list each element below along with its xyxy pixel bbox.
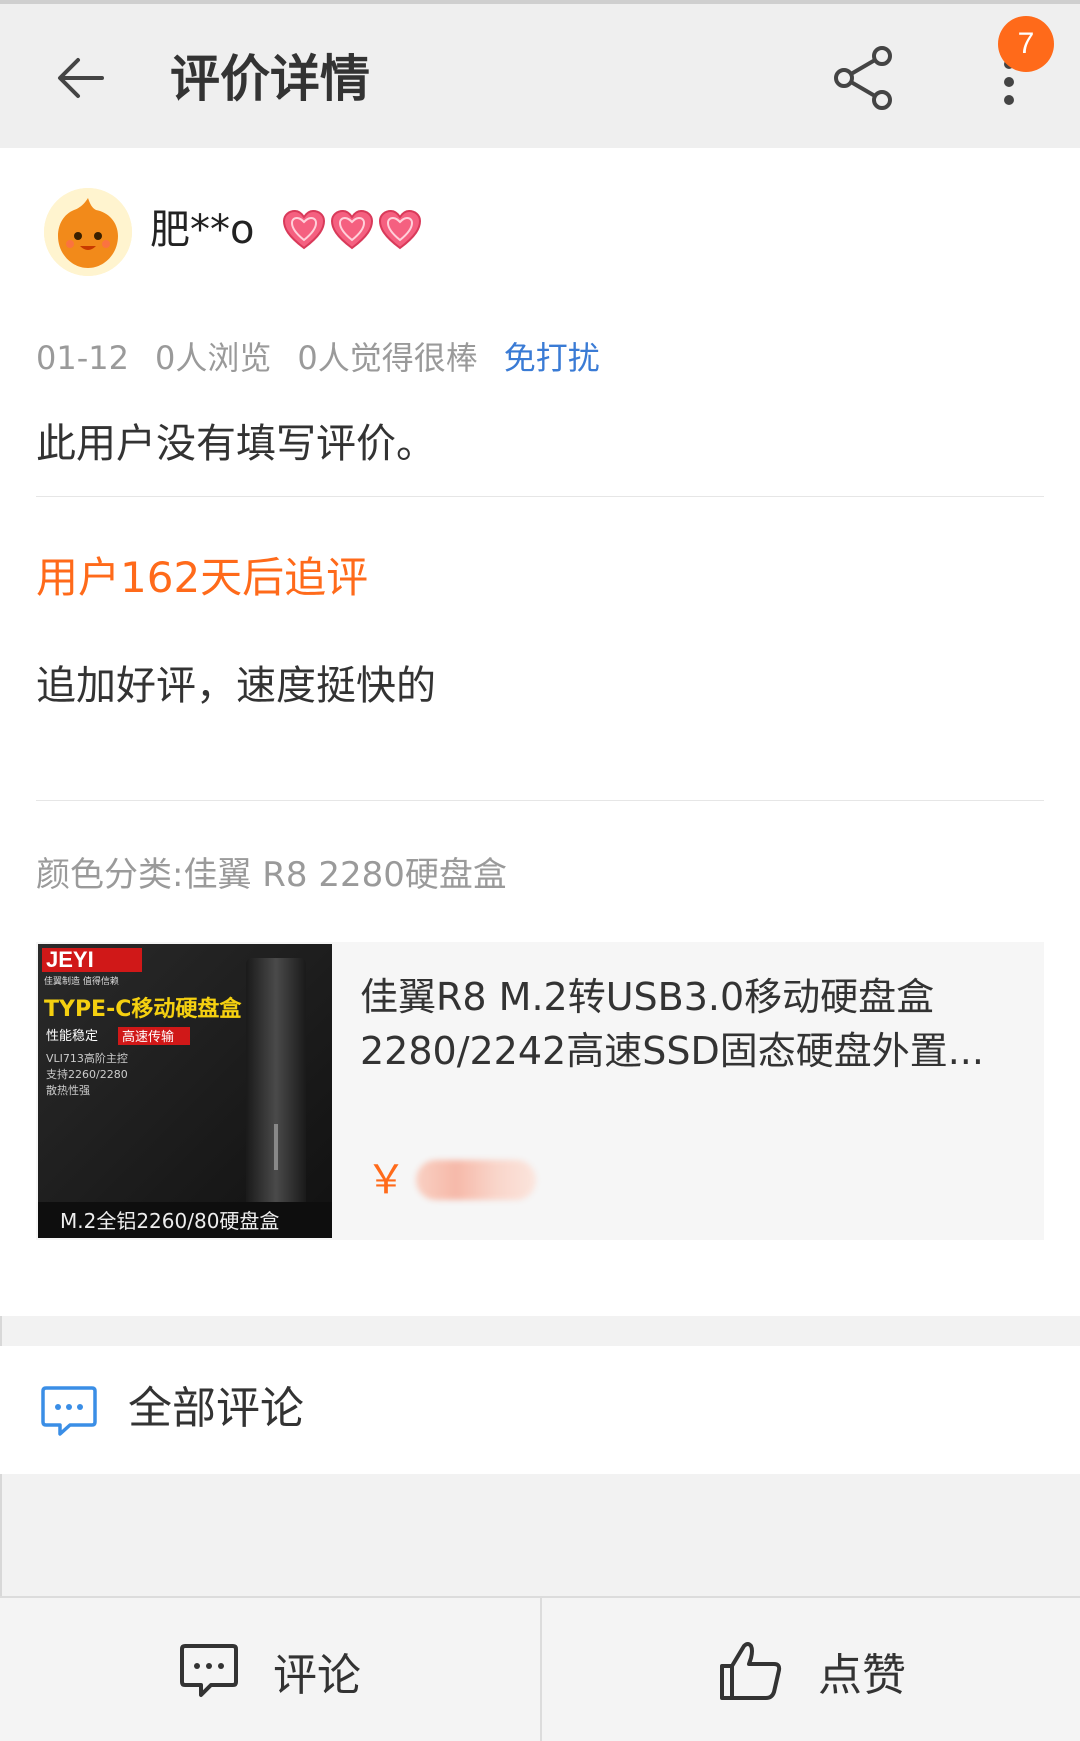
followup-text: 追加好评，速度挺快的	[36, 663, 436, 709]
view-count: 0人浏览	[154, 339, 272, 377]
back-button[interactable]	[52, 48, 112, 108]
avatar[interactable]	[44, 188, 132, 276]
currency-symbol: ￥	[366, 1157, 406, 1203]
svg-text:支持2260/2280: 支持2260/2280	[46, 1067, 128, 1081]
bottom-action-bar: 评论 点赞	[0, 1596, 1080, 1741]
user-level-hearts	[280, 206, 424, 256]
product-price: ￥	[366, 1152, 536, 1208]
divider	[36, 496, 1044, 497]
back-arrow-icon	[58, 58, 104, 98]
svg-text:VLI713高阶主控: VLI713高阶主控	[46, 1051, 128, 1065]
review-meta: 01-12 0人浏览 0人觉得很棒 免打扰	[36, 336, 600, 380]
heart-level-icon	[378, 209, 422, 250]
app-header: 评价详情 7	[0, 4, 1080, 148]
review-text: 此用户没有填写评价。	[36, 421, 436, 467]
heart-level-icon	[330, 209, 374, 250]
like-label: 点赞	[818, 1649, 906, 1701]
comment-icon	[180, 1643, 238, 1697]
review-date: 01-12	[36, 339, 129, 377]
share-button[interactable]	[832, 44, 896, 112]
price-blurred-value	[416, 1160, 536, 1200]
review-card: 肥**o 01-12 0人浏览 0人觉得很棒 免打扰 此用户没有填写评价。 用户…	[0, 148, 1080, 1316]
product-image[interactable]: JEYI 佳翼制造 值得信赖 TYPE-C移动硬盘盒 性能稳定 高速传输 VLI…	[38, 944, 332, 1238]
svg-text:高速传输: 高速传输	[122, 1029, 174, 1045]
comment-label: 评论	[273, 1649, 361, 1701]
product-thumbnail: JEYI 佳翼制造 值得信赖 TYPE-C移动硬盘盒 性能稳定 高速传输 VLI…	[38, 944, 332, 1238]
svg-text:TYPE-C移动硬盘盒: TYPE-C移动硬盘盒	[44, 996, 242, 1022]
chat-bubble-icon	[41, 1386, 97, 1436]
comment-button[interactable]: 评论	[0, 1598, 540, 1741]
svg-text:M.2全铝2260/80硬盘盒: M.2全铝2260/80硬盘盒	[60, 1209, 279, 1233]
notification-badge: 7	[998, 16, 1054, 72]
svg-text:JEYI: JEYI	[46, 947, 94, 972]
all-comments-label: 全部评论	[128, 1383, 304, 1434]
all-comments-entry[interactable]: 全部评论	[0, 1346, 1080, 1474]
thumbs-up-icon	[720, 1641, 782, 1700]
svg-text:散热性强: 散热性强	[46, 1083, 90, 1097]
like-count: 0人觉得很棒	[297, 339, 478, 377]
divider	[36, 800, 1044, 801]
svg-text:性能稳定: 性能稳定	[46, 1028, 98, 1044]
product-card[interactable]: JEYI 佳翼制造 值得信赖 TYPE-C移动硬盘盒 性能稳定 高速传输 VLI…	[36, 942, 1044, 1240]
page-title: 评价详情	[170, 50, 370, 108]
sku-info: 颜色分类:佳翼 R8 2280硬盘盒	[36, 855, 507, 895]
product-title[interactable]: 佳翼R8 M.2转USB3.0移动硬盘盒2280/2242高速SSD固态硬盘外置…	[360, 970, 1020, 1078]
heart-level-icon	[282, 209, 326, 250]
like-button[interactable]: 点赞	[542, 1598, 1080, 1741]
avatar-mascot-icon	[44, 188, 132, 276]
followup-title: 用户162天后追评	[36, 553, 369, 602]
do-not-disturb-link[interactable]: 免打扰	[504, 336, 600, 380]
svg-text:佳翼制造 值得信赖: 佳翼制造 值得信赖	[44, 975, 119, 987]
share-icon	[834, 46, 892, 110]
username: 肥**o	[150, 207, 255, 253]
